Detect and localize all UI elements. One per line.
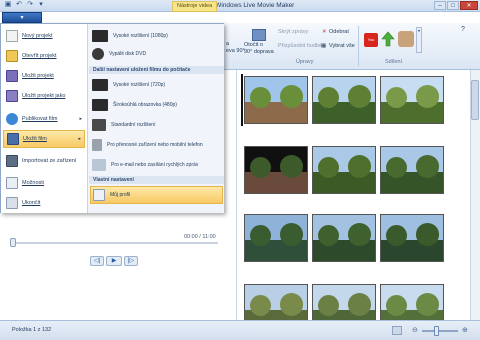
deselect-button[interactable]: Skrýt zprávy	[278, 29, 308, 35]
storyboard-clip[interactable]	[244, 146, 308, 194]
zoom-out-icon[interactable]: ⊖	[412, 326, 418, 334]
minimize-button[interactable]: –	[434, 1, 446, 10]
remove-icon: ✕	[322, 29, 327, 35]
new-project-icon	[6, 30, 18, 42]
timecode: 00:00 / 11:00	[184, 234, 216, 240]
email-icon	[92, 159, 106, 171]
menu-item-exit[interactable]: Ukončit	[3, 194, 85, 212]
option-widescreen[interactable]: Širokoúhlá obrazovka (480p)	[90, 96, 223, 114]
help-icon[interactable]: ?	[461, 26, 465, 33]
status-bar: Položka 1 z 132 ⊖ ⊕	[0, 320, 480, 340]
open-folder-icon	[6, 50, 18, 62]
window-title: Můj film – Windows Live Movie Maker	[185, 2, 295, 9]
zoom-control: ⊖ ⊕	[392, 325, 474, 337]
zoom-slider[interactable]	[422, 330, 458, 332]
save-movie-submenu: Vysoké rozlišení (1080p) Vypálit disk DV…	[87, 24, 224, 213]
zoom-in-icon[interactable]: ⊕	[462, 326, 468, 334]
next-frame-button[interactable]: |▷	[124, 256, 138, 266]
playhead[interactable]	[241, 74, 243, 126]
ribbon-separator	[358, 26, 359, 66]
dvd-icon	[92, 48, 104, 60]
storyboard-clip[interactable]	[244, 214, 308, 262]
camera-icon	[6, 155, 18, 167]
save-project-icon	[6, 70, 18, 82]
previous-frame-button[interactable]: ◁|	[90, 256, 104, 266]
share-group-label: Sdílení	[385, 59, 403, 65]
maximize-button[interactable]: □	[447, 1, 459, 10]
storyboard-clip[interactable]	[312, 214, 376, 262]
menu-item-new-project[interactable]: Nový projekt	[3, 27, 85, 45]
globe-icon	[6, 113, 18, 125]
storyboard-clip[interactable]	[312, 146, 376, 194]
widescreen-icon	[92, 99, 108, 111]
storyboard-clip[interactable]	[380, 214, 444, 262]
close-button[interactable]: ✕	[460, 1, 478, 10]
select-all-icon: ▦	[321, 43, 327, 49]
play-button[interactable]: ▶	[106, 256, 122, 266]
rotate-right-label2[interactable]: 90° doprava	[244, 49, 274, 55]
file-menu-button[interactable]: ▾	[2, 12, 42, 23]
rotate-left-fragment2: eva 90°	[226, 48, 245, 54]
seek-handle[interactable]	[10, 238, 16, 247]
option-1080p[interactable]: Vysoké rozlišení (1080p)	[90, 27, 223, 45]
rotate-right-label1[interactable]: Otočit o	[244, 42, 263, 48]
option-standard[interactable]: Standardní rozlišení	[90, 116, 223, 134]
scrollbar-thumb[interactable]	[471, 80, 479, 120]
thumbnail-size-icon[interactable]	[392, 326, 402, 335]
upload-icon[interactable]	[381, 31, 395, 47]
submenu-arrow-icon: ▸	[79, 116, 82, 122]
status-text: Položka 1 z 132	[12, 327, 52, 333]
option-mobile[interactable]: Pro přenosné zařízení nebo mobilní telef…	[90, 136, 223, 154]
seek-bar[interactable]	[12, 242, 218, 244]
save-movie-icon	[7, 133, 19, 145]
title-bar: ▣ ↶ ↷ ▾ Můj film – Windows Live Movie Ma…	[0, 0, 480, 12]
file-menu-commands: Nový projekt Otevřít projekt Uložit proj…	[1, 24, 87, 213]
submenu-header-more-settings: Další nastavení uložení filmu do počítač…	[89, 66, 224, 74]
storyboard-clip[interactable]	[312, 76, 376, 124]
menu-item-import-from-device[interactable]: Importovat ze zařízení	[3, 152, 85, 170]
zoom-slider-handle[interactable]	[434, 326, 439, 336]
fit-to-music-button[interactable]: Přizpůsobit hudbě	[278, 43, 322, 49]
edit-group-label: Úpravy	[296, 59, 314, 65]
storyboard-clip[interactable]	[244, 76, 308, 124]
option-email[interactable]: Pro e-mail nebo zasílání rychlých zpráv	[90, 156, 223, 174]
standard-monitor-icon	[92, 119, 106, 131]
storyboard-clip[interactable]	[380, 146, 444, 194]
option-720p[interactable]: Vysoké rozlišení (720p)	[90, 76, 223, 94]
phone-icon	[92, 139, 102, 151]
menu-item-publish-movie[interactable]: Publikovat film ▸	[3, 110, 85, 128]
youtube-icon[interactable]: You	[364, 33, 378, 47]
menu-item-options[interactable]: Možnosti	[3, 174, 85, 192]
option-my-profile[interactable]: Můj profil	[90, 186, 223, 204]
option-burn-dvd[interactable]: Vypálit disk DVD	[90, 45, 223, 63]
menu-item-save-project-as[interactable]: Uložit projekt jako	[3, 87, 85, 105]
playback-controls: ◁| ▶ |▷	[90, 256, 138, 266]
storyboard-clip[interactable]	[380, 76, 444, 124]
menu-item-save-project[interactable]: Uložit projekt	[3, 67, 85, 85]
menu-item-open-project[interactable]: Otevřít projekt	[3, 47, 85, 65]
menu-item-save-movie[interactable]: Uložit film ▸	[3, 130, 85, 148]
monitor-icon	[92, 79, 108, 91]
options-icon	[6, 177, 18, 189]
submenu-arrow-icon: ▸	[78, 136, 81, 142]
gallery-scroll-icon[interactable]: ▾	[416, 27, 422, 53]
rotate-left-fragment: a	[226, 41, 230, 47]
exit-icon	[6, 197, 18, 209]
rotate-right-icon	[252, 29, 266, 41]
submenu-header-custom: Vlastní nastavení	[89, 176, 224, 184]
save-project-as-icon	[6, 90, 18, 102]
window-controls: – □ ✕	[434, 1, 478, 10]
select-all-button[interactable]: Vybrat vše	[329, 43, 355, 49]
remove-button[interactable]: Odebrat	[329, 29, 349, 35]
context-tab-video-tools[interactable]: Nástroje videa	[172, 1, 218, 12]
hd-monitor-icon	[92, 30, 108, 42]
profile-icon	[93, 189, 105, 201]
file-menu: Nový projekt Otevřít projekt Uložit proj…	[0, 23, 224, 213]
menu-icon: ▾	[20, 15, 24, 21]
share-people-icon[interactable]	[398, 31, 414, 47]
